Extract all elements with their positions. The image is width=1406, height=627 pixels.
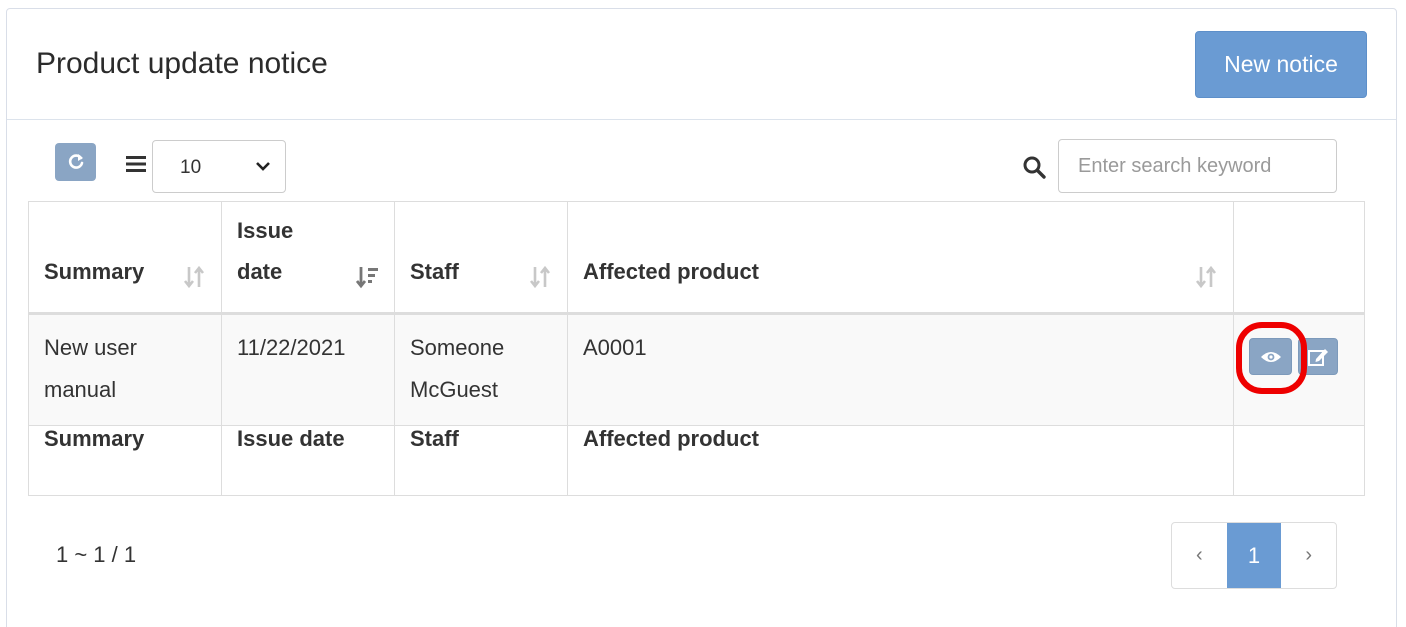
column-header-actions	[1233, 201, 1365, 315]
pagination-page-1[interactable]: 1	[1226, 523, 1282, 588]
panel-header: Product update notice New notice	[7, 9, 1396, 120]
table-row: New user manual 11/22/2021 Someone McGue…	[28, 313, 1365, 426]
page-title: Product update notice	[36, 47, 328, 80]
page-size-select[interactable]: 10	[152, 140, 286, 193]
refresh-button[interactable]	[55, 143, 96, 181]
edit-icon	[1308, 348, 1328, 366]
cell-staff: Someone McGuest	[394, 313, 568, 426]
cell-actions	[1233, 313, 1365, 426]
sort-icon	[529, 265, 551, 289]
cell-staff-text: Someone McGuest	[410, 335, 505, 402]
cell-affected-product: A0001	[567, 313, 1234, 426]
refresh-icon	[68, 154, 83, 169]
column-header-staff[interactable]: Staff	[394, 201, 568, 315]
footer-actions	[1233, 425, 1365, 496]
footer-summary: Summary	[28, 425, 222, 496]
column-header-label: Issue date	[237, 218, 294, 284]
cell-summary: New user manual	[28, 313, 222, 426]
footer-affected-product: Affected product	[567, 425, 1234, 496]
column-header-summary[interactable]: Summary	[28, 201, 222, 315]
cell-summary-text: New user manual	[44, 335, 137, 402]
eye-icon	[1260, 351, 1281, 362]
footer-staff: Staff	[394, 425, 568, 496]
sort-desc-icon	[355, 267, 378, 289]
new-notice-button[interactable]: New notice	[1195, 31, 1367, 98]
view-button[interactable]	[1249, 338, 1292, 375]
page-size-value: 10	[180, 157, 202, 178]
sort-icon	[183, 265, 205, 289]
column-header-issue-date[interactable]: Issue date	[221, 201, 395, 315]
cell-affected-product-text: A0001	[583, 335, 647, 360]
pagination-next-button[interactable]: ›	[1281, 523, 1336, 588]
list-icon	[126, 156, 146, 172]
table-footer-row: Summary Issue date Staff Affected produc…	[28, 425, 1365, 496]
search-input[interactable]	[1058, 139, 1337, 193]
sort-icon	[1195, 265, 1217, 289]
chevron-down-icon	[256, 162, 270, 171]
table-header-row: Summary Issue date Staff Affected produc…	[28, 201, 1365, 315]
notice-table: Summary Issue date Staff Affected produc…	[28, 201, 1365, 496]
edit-button[interactable]	[1298, 338, 1338, 375]
search-icon	[1023, 156, 1046, 179]
cell-issue-date: 11/22/2021	[221, 313, 395, 426]
footer-issue-date: Issue date	[221, 425, 395, 496]
column-header-affected-product[interactable]: Affected product	[567, 201, 1234, 315]
cell-issue-date-text: 11/22/2021	[237, 335, 346, 360]
pagination-prev-button[interactable]: ‹	[1172, 523, 1227, 588]
column-header-label: Affected product	[583, 259, 759, 284]
pagination: ‹ 1 ›	[1171, 522, 1337, 589]
pagination-info: 1 ~ 1 / 1	[56, 542, 137, 567]
